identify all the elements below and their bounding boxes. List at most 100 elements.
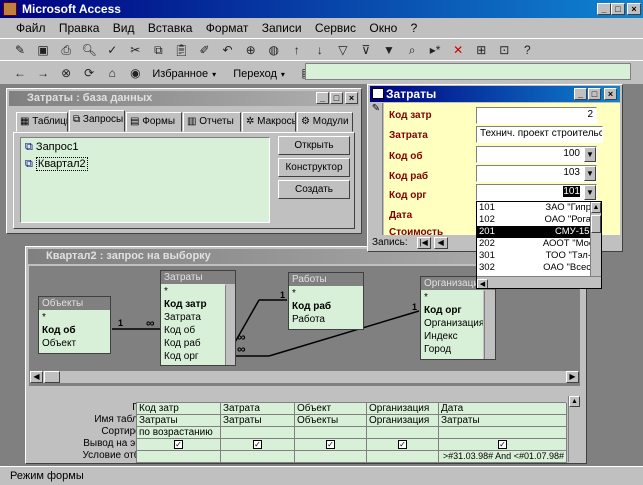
show-checkbox[interactable]: ✓	[398, 440, 407, 449]
back-icon[interactable]: ←	[11, 64, 29, 82]
dropdown-hscroll[interactable]: ◀	[477, 276, 601, 288]
grid-cell-sort[interactable]	[221, 427, 295, 439]
field-item[interactable]: *	[164, 285, 222, 298]
favorites-menu[interactable]: Избранное	[152, 68, 208, 80]
table-scrollbar[interactable]	[225, 285, 235, 365]
grid-cell-field[interactable]: Код затр	[137, 403, 221, 415]
grid-cell-table[interactable]: Затраты	[439, 415, 567, 427]
tables-area-hscroll[interactable]: ◀ ▶	[29, 370, 580, 384]
field-item[interactable]: Затрата	[164, 311, 222, 324]
design-button[interactable]: Конструктор	[278, 158, 350, 177]
show-checkbox[interactable]: ✓	[253, 440, 262, 449]
grid-cell-field[interactable]: Затрата	[221, 403, 295, 415]
dropdown-arrow-icon[interactable]: ▼	[584, 166, 596, 181]
grid-cell-show[interactable]: ✓	[439, 439, 567, 451]
table-costs[interactable]: Затраты * Код затр Затрата Код об Код ра…	[160, 270, 236, 366]
first-record-button[interactable]: |◀	[416, 237, 431, 249]
preview-icon[interactable]: 🔍︎	[80, 41, 98, 59]
grid-cell-sort[interactable]	[439, 427, 567, 439]
find-icon[interactable]: ⌕	[403, 41, 421, 59]
create-button[interactable]: Создать	[278, 180, 350, 199]
field-item[interactable]: *	[42, 311, 107, 324]
field-zatrata[interactable]: Технич. проект строительств	[476, 126, 603, 143]
new-record-icon[interactable]: ▸*	[426, 41, 444, 59]
field-item[interactable]: Индекс	[424, 330, 480, 343]
cut-icon[interactable]: ✂	[126, 41, 144, 59]
home-icon[interactable]: ⌂	[103, 64, 121, 82]
prev-record-button[interactable]: ◀	[433, 237, 448, 249]
scroll-up-icon[interactable]: ▲	[591, 202, 601, 213]
tab-reports[interactable]: ▥ Отчеты	[183, 112, 241, 132]
dropdown-option[interactable]: 201 СМУ-15	[477, 226, 591, 238]
menu-records[interactable]: Записи	[262, 21, 302, 35]
tab-forms[interactable]: ▤ Формы	[126, 112, 182, 132]
field-item[interactable]: Город	[424, 343, 480, 356]
hyperlink-icon[interactable]: ⊕	[242, 41, 260, 59]
copy-icon[interactable]: ⧉	[149, 41, 167, 59]
table-objects[interactable]: Объекты * Код об Объект	[38, 296, 111, 354]
grid-cell-table[interactable]: Затраты	[221, 415, 295, 427]
field-kod-zatr[interactable]: 2	[476, 107, 597, 124]
dropdown-arrow-icon[interactable]: ▼	[584, 185, 596, 200]
grid-vscroll[interactable]: ▲	[568, 396, 580, 462]
grid-cell-sort[interactable]	[367, 427, 439, 439]
grid-cell-criteria[interactable]	[295, 451, 367, 463]
table-scrollbar[interactable]	[484, 291, 495, 359]
filter-selection-icon[interactable]: ▽	[334, 41, 352, 59]
field-item[interactable]: Объект	[42, 337, 107, 350]
menu-format[interactable]: Формат	[206, 21, 249, 35]
scroll-left-icon[interactable]: ◀	[30, 371, 43, 383]
db-close-button[interactable]: ×	[345, 92, 358, 104]
tab-tables[interactable]: ▦ Таблицы	[16, 112, 68, 132]
grid-cell-criteria[interactable]	[367, 451, 439, 463]
paste-icon[interactable]: 📋︎	[172, 41, 190, 59]
new-object-icon[interactable]: ⊡	[495, 41, 513, 59]
menu-view[interactable]: Вид	[113, 21, 135, 35]
dropdown-arrow-icon[interactable]: ▼	[584, 147, 596, 162]
grid-cell-show[interactable]: ✓	[367, 439, 439, 451]
grid-cell-criteria[interactable]	[137, 451, 221, 463]
db-maximize-button[interactable]: □	[330, 92, 343, 104]
show-checkbox[interactable]: ✓	[326, 440, 335, 449]
grid-cell-field[interactable]: Организация	[367, 403, 439, 415]
list-item[interactable]: ⧉ Квартал2	[25, 157, 265, 174]
goto-menu[interactable]: Переход	[233, 68, 277, 80]
menu-help[interactable]: ?	[411, 21, 418, 35]
grid-cell-sort[interactable]: по возрастанию	[137, 427, 221, 439]
stop-icon[interactable]: ⊗	[57, 64, 75, 82]
field-kod-rab[interactable]: 103 ▼	[476, 165, 597, 182]
search-web-icon[interactable]: ◉	[126, 64, 144, 82]
apply-filter-icon[interactable]: ▼	[380, 41, 398, 59]
tab-queries[interactable]: ⧉ Запросы	[69, 110, 125, 132]
forward-icon[interactable]: →	[34, 64, 52, 82]
database-window-icon[interactable]: ⊞	[472, 41, 490, 59]
field-item[interactable]: Код об	[164, 324, 222, 337]
field-item[interactable]: Код затр	[164, 298, 222, 311]
dropdown-option[interactable]: 102 ОАО "Рога	[477, 214, 591, 226]
refresh-icon[interactable]: ⟳	[80, 64, 98, 82]
filter-form-icon[interactable]: ⊽	[357, 41, 375, 59]
field-item[interactable]: *	[424, 291, 480, 304]
scroll-left-icon[interactable]: ◀	[477, 279, 488, 288]
scroll-up-icon[interactable]: ▲	[569, 396, 580, 407]
delete-record-icon[interactable]: ✕	[449, 41, 467, 59]
spelling-icon[interactable]: ✓	[103, 41, 121, 59]
sort-desc-icon[interactable]: ↓	[311, 41, 329, 59]
sort-asc-icon[interactable]: ↑	[288, 41, 306, 59]
grid-cell-table[interactable]: Затраты	[137, 415, 221, 427]
menu-edit[interactable]: Правка	[59, 21, 100, 35]
field-item[interactable]: Организация	[424, 317, 483, 330]
grid-cell-field[interactable]: Дата	[439, 403, 567, 415]
field-item[interactable]: Код орг	[424, 304, 480, 317]
field-kod-ob[interactable]: 100 ▼	[476, 146, 597, 163]
dropdown-option[interactable]: 301 ТОО "Тэл-	[477, 250, 591, 262]
db-minimize-button[interactable]: _	[316, 92, 329, 104]
grid-cell-criteria[interactable]	[221, 451, 295, 463]
field-item[interactable]: Работа	[292, 313, 360, 326]
address-field[interactable]	[305, 63, 631, 80]
grid-cell-show[interactable]: ✓	[295, 439, 367, 451]
tab-macros[interactable]: ✲ Макросы	[242, 112, 296, 132]
menu-window[interactable]: Окно	[369, 21, 397, 35]
open-button[interactable]: Открыть	[278, 136, 350, 155]
grid-cell-show[interactable]: ✓	[221, 439, 295, 451]
